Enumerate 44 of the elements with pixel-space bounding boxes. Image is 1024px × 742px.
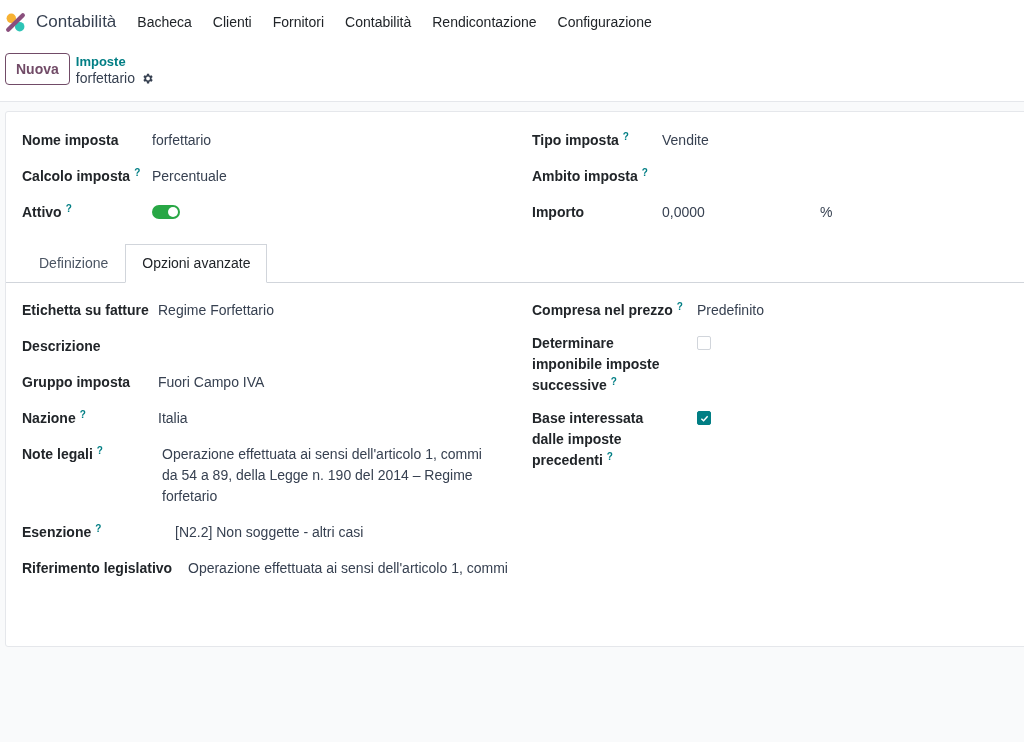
field-label: Compresa nel prezzo $^{?}$ <box>532 300 684 320</box>
field-value[interactable]: Operazione effettuata ai sensi dell'articolo 1, commi <box>188 558 508 579</box>
field-value[interactable]: 0,0000 <box>662 202 820 223</box>
field-label: Nome imposta <box>22 131 120 150</box>
unit-label: % <box>820 203 833 222</box>
field-value[interactable]: Vendite <box>662 130 709 151</box>
field-value[interactable]: Predefinito <box>697 300 764 321</box>
field-label: Tipo imposta $^{?}$ <box>532 130 630 150</box>
field-value[interactable]: Regime Forfettario <box>158 300 274 321</box>
field-label: Ambito imposta $^{?}$ <box>532 166 649 186</box>
new-button[interactable]: Nuova <box>5 53 70 85</box>
menu-item[interactable]: Contabilità <box>345 11 412 33</box>
field-label: Determinare imponibile imposte successive $^{?}$ <box>532 334 661 395</box>
field-label: Gruppo imposta <box>22 373 132 392</box>
tab[interactable]: Opzioni avanzate <box>125 244 268 283</box>
toggle-switch[interactable] <box>152 205 180 219</box>
field-value[interactable]: [N2.2] Non soggette - altri casi <box>175 522 364 543</box>
menu-item[interactable]: Configurazione <box>557 11 652 33</box>
field-value[interactable]: Italia <box>158 408 188 429</box>
breadcrumb-link[interactable]: Imposte <box>75 53 154 70</box>
field-label: Esenzione $^{?}$ <box>22 522 103 542</box>
field-value[interactable]: Operazione effettuata ai sensi dell'articolo 1, commi da 54 a 89, della Legge n. 190 del 2014 – Regime forfetario <box>162 444 492 507</box>
check-icon <box>699 413 709 423</box>
field-label: Descrizione <box>22 337 102 356</box>
field-value[interactable]: Percentuale <box>152 166 227 187</box>
field-value[interactable]: forfettario <box>152 130 212 151</box>
field-label: Nazione $^{?}$ <box>22 408 87 428</box>
field-label: Calcolo imposta $^{?}$ <box>22 166 142 186</box>
menu-item[interactable]: Fornitori <box>272 11 325 33</box>
menu-item[interactable]: Rendicontazione <box>432 11 537 33</box>
field-label: Importo <box>532 203 586 222</box>
checkbox[interactable] <box>697 411 711 425</box>
app-logo-icon[interactable] <box>5 11 26 33</box>
menu-item[interactable]: Clienti <box>212 11 252 33</box>
field-label: Base interessata dalle imposte precedenti $^{?}$ <box>532 409 645 470</box>
field-label: Etichetta su fatture <box>22 301 150 320</box>
app-name[interactable]: Contabilità <box>36 9 117 35</box>
field-label: Riferimento legislativo <box>22 559 174 578</box>
field-value[interactable]: Fuori Campo IVA <box>158 372 265 393</box>
field-label: Attivo $^{?}$ <box>22 202 73 222</box>
tab[interactable]: Definizione <box>22 244 126 283</box>
field-label: Note legali $^{?}$ <box>22 444 104 464</box>
record-title: forfettario <box>75 70 135 87</box>
menu-item[interactable]: Bacheca <box>137 11 192 33</box>
